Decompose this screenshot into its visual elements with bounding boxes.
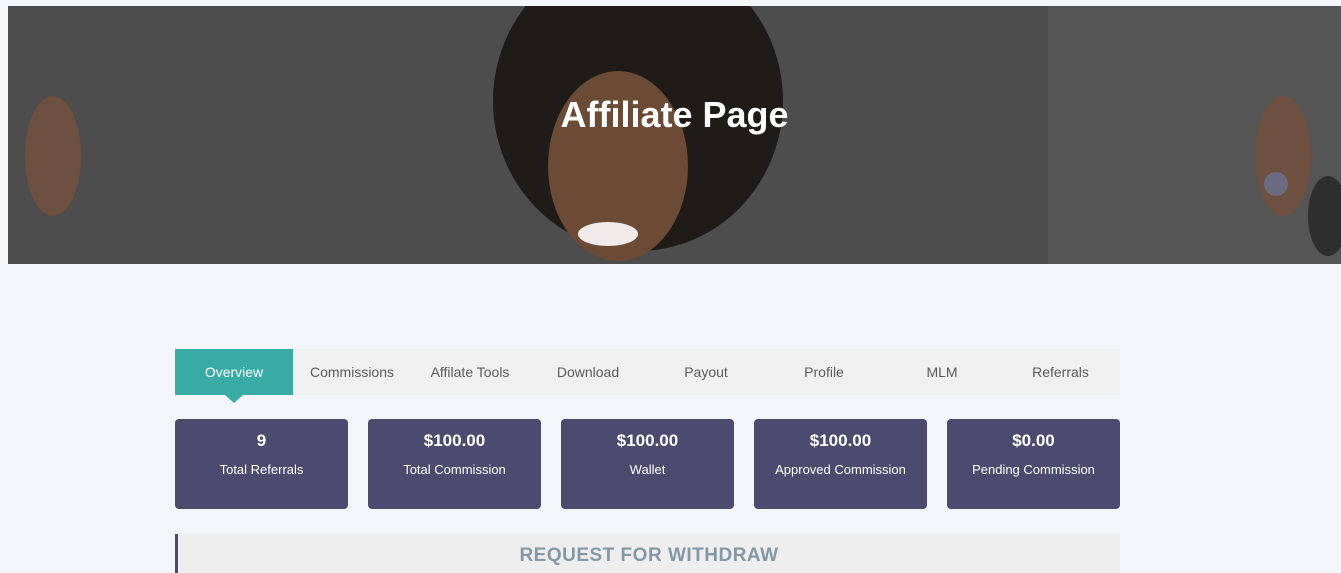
stat-card-pending-commission: $0.00 Pending Commission <box>947 419 1120 509</box>
stat-value: 9 <box>256 431 267 450</box>
tab-download[interactable]: Download <box>529 349 647 395</box>
stat-label: Pending Commission <box>972 462 1095 477</box>
stat-label: Approved Commission <box>775 462 906 477</box>
stat-card-total-referrals: 9 Total Referrals <box>175 419 348 509</box>
tab-referrals[interactable]: Referrals <box>1001 349 1120 395</box>
withdraw-heading: REQUEST FOR WITHDRAW <box>519 545 779 566</box>
stat-value: $0.00 <box>1012 431 1055 450</box>
stat-label: Total Referrals <box>219 462 304 477</box>
tab-mlm[interactable]: MLM <box>883 349 1001 395</box>
tab-profile[interactable]: Profile <box>765 349 883 395</box>
hero-banner: Affiliate Page <box>8 6 1341 264</box>
stat-value: $100.00 <box>616 431 679 450</box>
stat-card-total-commission: $100.00 Total Commission <box>368 419 541 509</box>
stat-card-wallet: $100.00 Wallet <box>561 419 734 509</box>
stat-card-approved-commission: $100.00 Approved Commission <box>754 419 927 509</box>
tab-payout[interactable]: Payout <box>647 349 765 395</box>
withdraw-section: REQUEST FOR WITHDRAW <box>175 534 1120 573</box>
page-title: Affiliate Page <box>560 94 789 135</box>
stat-value: $100.00 <box>809 431 872 450</box>
stat-label: Wallet <box>629 462 666 477</box>
stat-label: Total Commission <box>403 462 506 477</box>
tab-commissions[interactable]: Commissions <box>293 349 411 395</box>
tab-bar: Overview Commissions Affilate Tools Down… <box>175 349 1120 403</box>
stat-value: $100.00 <box>423 431 486 450</box>
tab-overview[interactable]: Overview <box>175 349 293 403</box>
tab-affiliate-tools[interactable]: Affilate Tools <box>411 349 529 395</box>
